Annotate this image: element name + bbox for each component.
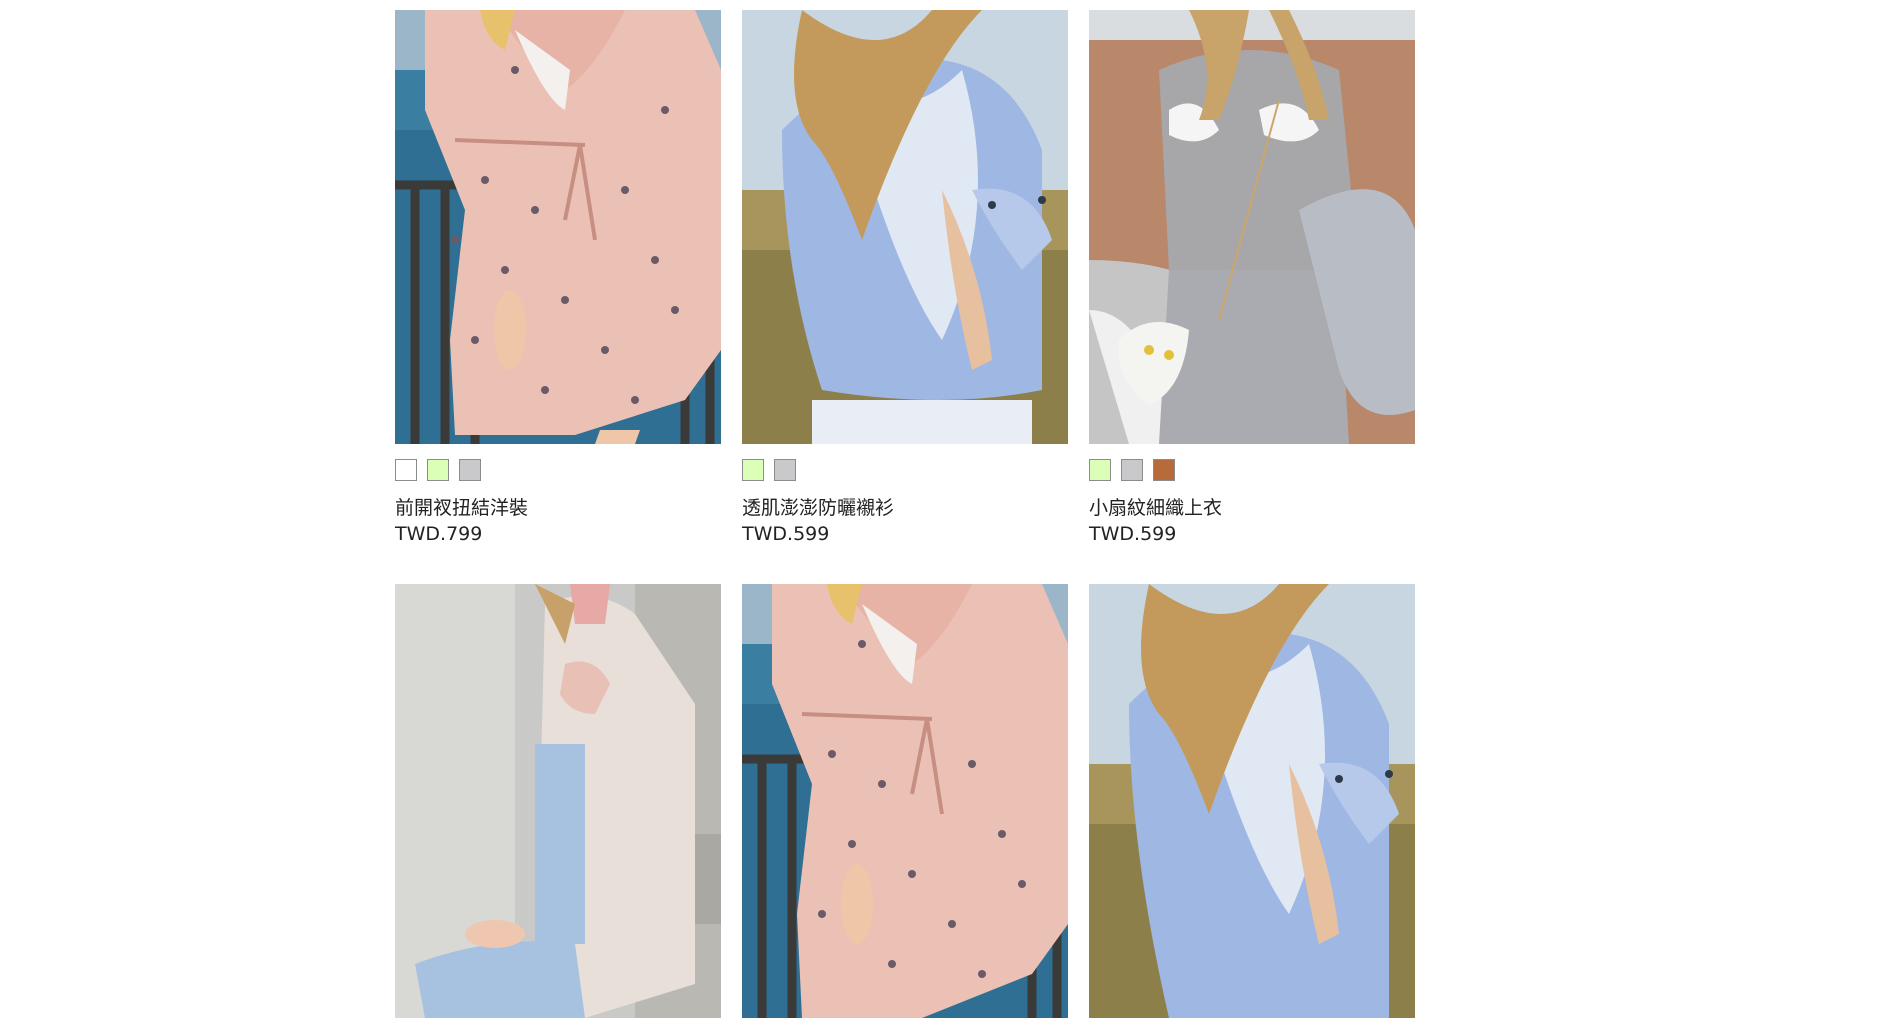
product-grid: 前開衩扭結洋裝 TWD.799 透肌澎澎防曬襯衫 TWD.599 小扇紋細織上衣… <box>395 10 1415 1018</box>
swatch-brown[interactable] <box>1153 459 1175 481</box>
product-image-gray-blouse[interactable] <box>1089 10 1415 444</box>
product-image-pink-dress[interactable] <box>742 584 1068 1018</box>
product-card[interactable]: 小扇紋細織上衣 TWD.599 <box>1089 10 1415 547</box>
product-card[interactable] <box>742 584 1068 1018</box>
product-name[interactable]: 小扇紋細織上衣 <box>1089 495 1415 521</box>
product-card[interactable] <box>395 584 721 1018</box>
swatch-gray[interactable] <box>1121 459 1143 481</box>
product-price: TWD.599 <box>742 523 830 545</box>
product-image-blue-shirt[interactable] <box>742 10 1068 444</box>
product-card[interactable] <box>1089 584 1415 1018</box>
product-price: TWD.599 <box>1089 523 1177 545</box>
product-image-beige-cardigan[interactable] <box>395 584 721 1018</box>
color-swatches <box>395 459 721 483</box>
product-card[interactable]: 透肌澎澎防曬襯衫 TWD.599 <box>742 10 1068 547</box>
product-name[interactable]: 前開衩扭結洋裝 <box>395 495 721 521</box>
product-image-blue-shirt[interactable] <box>1089 584 1415 1018</box>
swatch-gray[interactable] <box>774 459 796 481</box>
swatch-lime[interactable] <box>742 459 764 481</box>
product-price: TWD.799 <box>395 523 483 545</box>
swatch-gray[interactable] <box>459 459 481 481</box>
swatch-lime[interactable] <box>427 459 449 481</box>
product-name[interactable]: 透肌澎澎防曬襯衫 <box>742 495 1068 521</box>
swatch-lime[interactable] <box>1089 459 1111 481</box>
product-card[interactable]: 前開衩扭結洋裝 TWD.799 <box>395 10 721 547</box>
product-image-pink-dress[interactable] <box>395 10 721 444</box>
color-swatches <box>742 459 1068 483</box>
color-swatches <box>1089 459 1415 483</box>
swatch-white[interactable] <box>395 459 417 481</box>
